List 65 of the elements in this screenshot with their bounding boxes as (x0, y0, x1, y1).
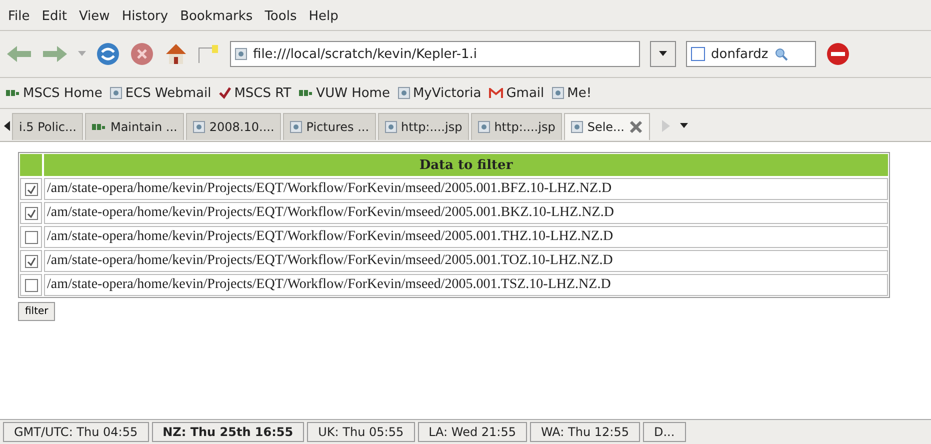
checkbox[interactable] (24, 206, 38, 220)
browser-tab[interactable]: 2008.10.... (186, 112, 282, 140)
dropdown-button[interactable] (650, 41, 676, 67)
address-field[interactable]: file:///local/scratch/kevin/Kepler-1.i (230, 41, 640, 67)
table-cell: /am/state-opera/home/kevin/Projects/EQT/Workflow/ForKevin/mseed/2005.001.TSZ.10-LHZ.NZ.D (44, 274, 888, 296)
table-cell: /am/state-opera/home/kevin/Projects/EQT/Workflow/ForKevin/mseed/2005.001.BKZ.10-LHZ.NZ.D (44, 202, 888, 224)
checkbox[interactable] (24, 230, 38, 244)
dots-icon (92, 122, 106, 130)
page-icon (571, 120, 584, 132)
dots-icon (6, 89, 20, 97)
page-icon (552, 87, 564, 99)
bookmark-link[interactable]: MyVictoria (398, 86, 482, 100)
browser-tab[interactable]: Maintain ... (85, 112, 184, 140)
bookmark-link[interactable]: MSCS Home (6, 86, 102, 100)
bookmark-link[interactable]: VUW Home (299, 86, 390, 100)
browser-tab[interactable]: http:....jsp (378, 112, 470, 140)
table-cell: /am/state-opera/home/kevin/Projects/EQT/Workflow/ForKevin/mseed/2005.001.BFZ.10-LHZ.NZ.D (44, 178, 888, 200)
stop-icon[interactable] (130, 42, 154, 66)
checkbox[interactable] (24, 254, 38, 268)
table-header: Data to filter (44, 154, 888, 176)
menu-item[interactable]: Bookmarks (176, 8, 257, 24)
bookmark-link[interactable]: ECS Webmail (110, 86, 212, 100)
table-cell: /am/state-opera/home/kevin/Projects/EQT/Workflow/ForKevin/mseed/2005.001.THZ.10-LHZ.NZ.D (44, 226, 888, 248)
page-icon (398, 87, 410, 99)
filter-button[interactable]: filter (18, 302, 56, 321)
home-icon[interactable] (164, 42, 188, 66)
dots-icon (299, 89, 314, 97)
checkbox[interactable] (24, 182, 38, 196)
browser-tab[interactable]: i.5 Polic... (12, 112, 84, 140)
bookmark-link[interactable]: Me! (552, 86, 592, 100)
status-item: D... (642, 422, 686, 442)
browser-tab[interactable]: Pictures ... (283, 112, 376, 140)
status-item: NZ: Thu 25th 16:55 (152, 422, 304, 442)
menu-item[interactable]: Tools (260, 8, 301, 24)
browser-tab[interactable]: Sele... (564, 112, 650, 140)
page-icon (478, 120, 490, 132)
check-icon (219, 87, 232, 99)
bookmark-link[interactable]: MSCS RT (219, 86, 292, 100)
close-icon[interactable] (628, 120, 642, 134)
menu-item[interactable]: Help (304, 8, 342, 24)
checkbox[interactable] (24, 278, 38, 292)
page-icon (110, 87, 122, 99)
header-corner (20, 154, 42, 176)
menu-item[interactable]: File (4, 8, 34, 24)
caret-icon (659, 51, 667, 57)
page-icon (235, 48, 247, 60)
menu-item[interactable]: View (74, 8, 114, 24)
bookmark-link[interactable]: Gmail (489, 86, 544, 100)
dropdown-icon[interactable] (680, 123, 688, 129)
scroll-left-icon[interactable] (4, 121, 10, 131)
browser-tab[interactable]: http:....jsp (471, 112, 562, 140)
mail-icon (489, 88, 504, 98)
status-item: WA: Thu 12:55 (530, 422, 640, 442)
status-item: LA: Wed 21:55 (418, 422, 527, 442)
table-cell: /am/state-opera/home/kevin/Projects/EQT/Workflow/ForKevin/mseed/2005.001.TOZ.10-LHZ.NZ.D (44, 250, 888, 272)
menu-item[interactable]: Edit (38, 8, 71, 24)
search-field[interactable]: donfardz (686, 41, 816, 67)
status-item: UK: Thu 05:55 (307, 422, 415, 442)
menu-item[interactable]: History (118, 8, 172, 24)
page-icon (385, 120, 398, 132)
page-icon (290, 120, 302, 132)
status-item: GMT/UTC: Thu 04:55 (3, 422, 149, 442)
search-icon[interactable] (774, 47, 788, 61)
reload-icon[interactable] (96, 42, 120, 66)
page-icon (193, 120, 206, 132)
